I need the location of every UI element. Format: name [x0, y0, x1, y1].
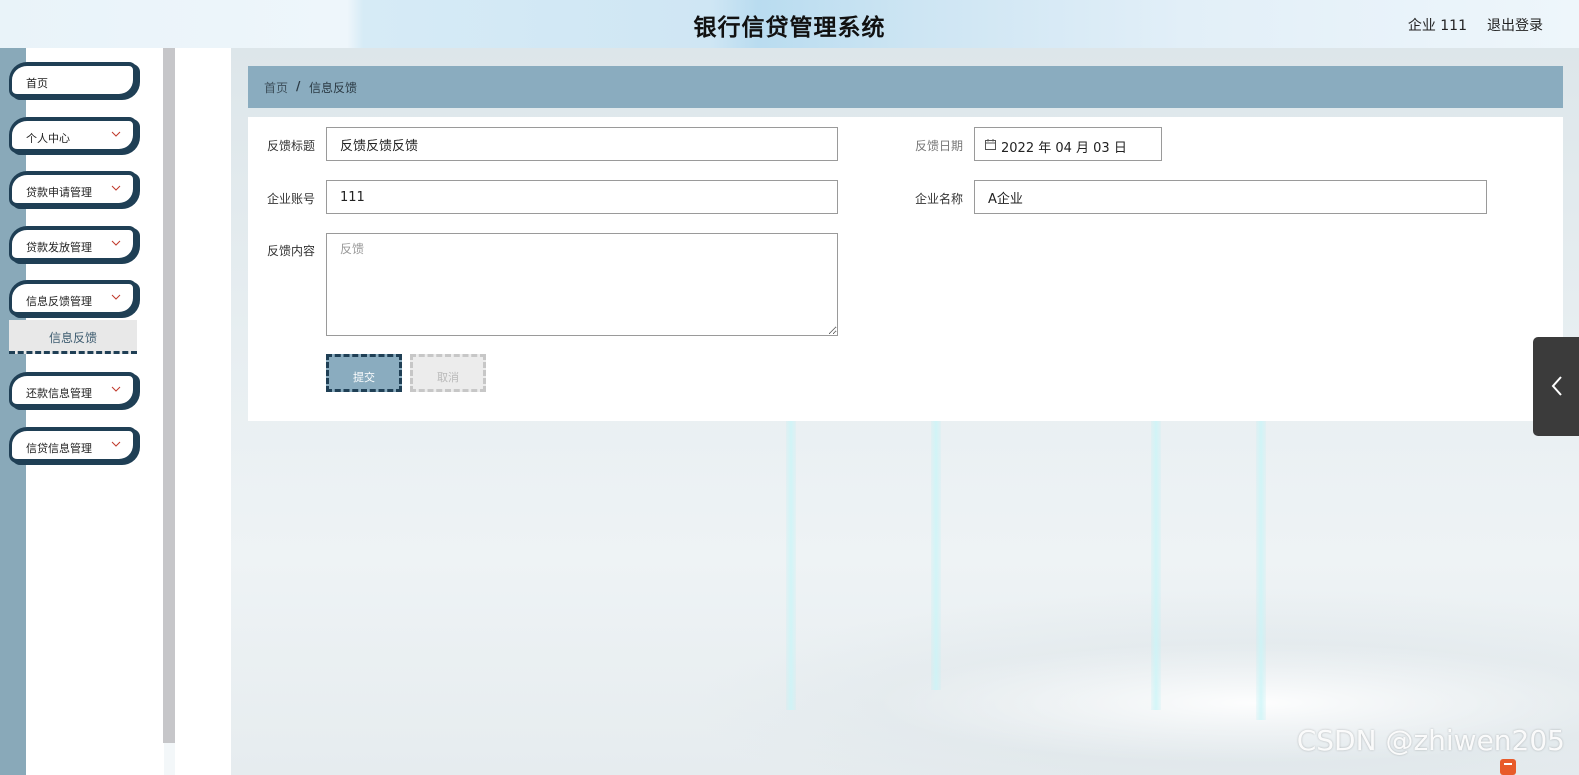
app-title: 银行信贷管理系统 — [693, 15, 886, 41]
csdn-logo-icon — [1500, 759, 1516, 775]
feedback-date-label: 反馈日期 — [915, 139, 964, 153]
breadcrumb-home[interactable]: 首页 — [264, 79, 288, 96]
sidebar-scrollbar[interactable] — [163, 48, 175, 743]
top-header: 银行信贷管理系统 企业 111 退出登录 — [0, 0, 1579, 48]
logout-link[interactable]: 退出登录 — [1487, 15, 1543, 35]
background-light-pillar — [931, 420, 941, 690]
current-user: 企业 111 — [1407, 18, 1467, 34]
feedback-content-textarea[interactable] — [326, 233, 838, 336]
submit-button[interactable]: 提交 — [326, 354, 402, 392]
company-account-label: 企业账号 — [267, 192, 316, 206]
watermark: CSDN @zhiwen205 — [1296, 724, 1565, 757]
cancel-button[interactable]: 取消 — [410, 354, 486, 392]
sidebar-item-label: 信息反馈管理 — [26, 295, 92, 308]
sidebar-item-credit-info[interactable]: 信贷信息管理 — [9, 427, 137, 463]
sidebar-item-home[interactable]: 首页 — [9, 62, 137, 98]
chevron-down-icon — [111, 294, 121, 300]
sidebar-item-label: 信贷信息管理 — [26, 442, 92, 455]
sidebar-item-repayment[interactable]: 还款信息管理 — [9, 372, 137, 408]
feedback-date-picker[interactable]: 2022 年 04 月 03 日 — [974, 127, 1162, 161]
chevron-down-icon — [111, 131, 121, 137]
company-account-input[interactable] — [326, 180, 838, 214]
sidebar — [26, 48, 164, 775]
background-light-pillar — [1256, 420, 1266, 720]
chevron-down-icon — [111, 386, 121, 392]
sidebar-stripe — [0, 48, 26, 775]
breadcrumb-separator: / — [296, 79, 301, 93]
sidebar-item-feedback-management[interactable]: 信息反馈管理 — [9, 280, 137, 316]
feedback-title-label: 反馈标题 — [267, 139, 316, 153]
sidebar-item-label: 首页 — [26, 77, 48, 90]
feedback-title-input[interactable] — [326, 127, 838, 161]
side-panel-toggle[interactable] — [1533, 337, 1579, 436]
sidebar-item-label: 个人中心 — [26, 132, 70, 145]
breadcrumb-current: 信息反馈 — [309, 81, 358, 95]
sidebar-gap — [175, 48, 231, 775]
sidebar-item-personal-center[interactable]: 个人中心 — [9, 117, 137, 153]
company-name-label: 企业名称 — [915, 192, 964, 206]
background-light-pillar — [1151, 420, 1161, 710]
feedback-content-label: 反馈内容 — [267, 244, 316, 258]
sidebar-item-label: 贷款发放管理 — [26, 241, 92, 254]
breadcrumb: 首页 / 信息反馈 — [248, 66, 1563, 108]
sidebar-item-loan-disbursement[interactable]: 贷款发放管理 — [9, 226, 137, 262]
chevron-down-icon — [111, 240, 121, 246]
feedback-date-value: 2022 年 04 月 03 日 — [1001, 141, 1127, 156]
sidebar-subitem-feedback[interactable]: 信息反馈 — [9, 320, 137, 354]
chevron-down-icon — [111, 441, 121, 447]
chevron-left-icon — [1551, 376, 1562, 396]
background-light-pillar — [786, 420, 796, 710]
sidebar-item-loan-application[interactable]: 贷款申请管理 — [9, 171, 137, 207]
company-name-input[interactable] — [974, 180, 1487, 214]
sidebar-item-label: 还款信息管理 — [26, 387, 92, 400]
sidebar-item-label: 贷款申请管理 — [26, 186, 92, 199]
chevron-down-icon — [111, 185, 121, 191]
calendar-icon — [985, 139, 996, 150]
